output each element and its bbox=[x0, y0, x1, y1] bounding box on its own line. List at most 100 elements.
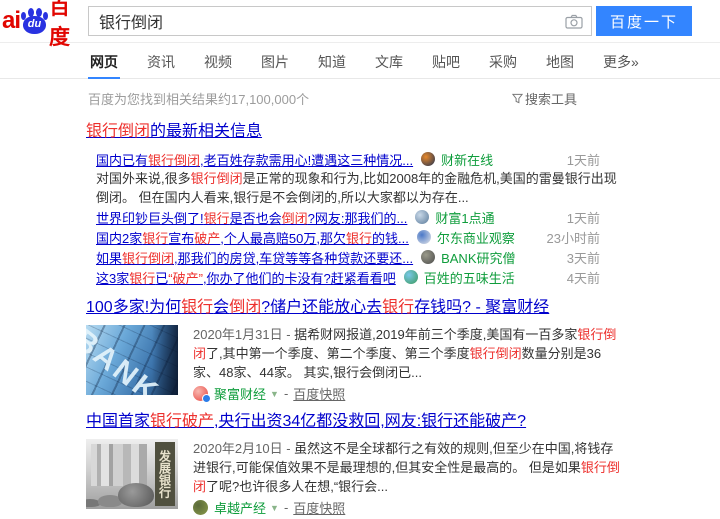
baidu-cache-link[interactable]: 百度快照 bbox=[293, 384, 345, 403]
source-favicon bbox=[193, 386, 208, 401]
result-description: 2020年1月31日 - 据希财网报道,2019年前三个季度,美国有一百多家银行… bbox=[193, 325, 621, 382]
text-segment: 对国外来说,很多 bbox=[96, 171, 191, 186]
result-source-line: 卓越产经▼-百度快照 bbox=[193, 499, 626, 515]
baidu-cache-link[interactable]: 百度快照 bbox=[293, 498, 345, 517]
news-source[interactable]: 财新在线 bbox=[441, 150, 493, 169]
news-source[interactable]: 尔东商业观察 bbox=[437, 228, 515, 247]
text-segment: 100多家!为何 bbox=[86, 299, 181, 316]
keyword-highlight: 银行 bbox=[204, 211, 230, 226]
text-segment: 了呢?也许很多人在想,“银行会... bbox=[206, 479, 388, 494]
baidu-serp-page: ai du 百度 百度一下 网页资讯视频图片知道文库贴吧采购地图更多» 百度为您… bbox=[0, 0, 720, 519]
search-tools-label: 搜索工具 bbox=[525, 89, 577, 108]
result-source-line: 聚富财经▼-百度快照 bbox=[193, 385, 626, 401]
funnel-icon bbox=[512, 93, 523, 104]
text-segment: ?储户还能放心去 bbox=[261, 299, 382, 316]
source-favicon bbox=[404, 270, 418, 284]
keyword-highlight: 银行 bbox=[346, 231, 372, 246]
search-box bbox=[88, 6, 592, 36]
news-time: 3天前 bbox=[567, 248, 600, 267]
news-list: 国内已有银行倒闭,老百姓存款需用心!遭遇这三种情况... 财新在线 1天前 对国外来说… bbox=[96, 149, 600, 287]
news-item: 如果银行倒闭,那我们的房贷,车贷等等各种贷款还要还... BANK研究僧 3天前 bbox=[96, 247, 600, 267]
search-button[interactable]: 百度一下 bbox=[596, 6, 692, 36]
result-title-link[interactable]: 100多家!为何银行会倒闭?储户还能放心去银行存钱吗? - 聚富财经 bbox=[86, 299, 549, 316]
tab-news[interactable]: 资讯 bbox=[145, 43, 177, 79]
news-item-link[interactable]: 国内2家银行宣布破产,个人最高赔50万,那欠银行的钱... bbox=[96, 228, 409, 247]
text-segment: 是否也会 bbox=[230, 211, 282, 226]
news-item-link[interactable]: 这3家银行已“破产”,你办了他们的卡没有?赶紧看看吧 bbox=[96, 268, 396, 287]
logo-text-baidu: 百度 bbox=[49, 0, 86, 51]
search-tools[interactable]: 搜索工具 bbox=[512, 89, 577, 108]
tab-tieba[interactable]: 贴吧 bbox=[430, 43, 462, 79]
result-body: 发展银行 2020年2月10日 - 虽然这不是全球都行之有效的规则,但至少在中国,… bbox=[86, 439, 626, 515]
verified-badge-icon bbox=[202, 394, 211, 403]
results-column: 银行倒闭的最新相关信息 国内已有银行倒闭,老百姓存款需用心!遭遇这三种情况...… bbox=[86, 122, 626, 515]
news-source[interactable]: BANK研究僧 bbox=[441, 248, 515, 267]
keyword-highlight: 银行 bbox=[181, 299, 213, 316]
text-segment: 的钱... bbox=[372, 231, 409, 246]
baidu-logo[interactable]: ai du 百度 bbox=[2, 0, 86, 51]
thumbnail-text: BANK bbox=[86, 325, 166, 395]
text-segment: 据希财网报道,2019年前三个季度,美国有一百多家 bbox=[294, 327, 577, 342]
text-segment: 存钱吗? - 聚富财经 bbox=[414, 299, 549, 316]
result-body: BANK 2020年1月31日 - 据希财网报道,2019年前三个季度,美国有一百… bbox=[86, 325, 626, 401]
result-content: 2020年1月31日 - 据希财网报道,2019年前三个季度,美国有一百多家银行… bbox=[193, 325, 626, 401]
text-segment: ,那我们的房贷,车贷等等各种贷款还要还... bbox=[174, 251, 413, 266]
tab-wenku[interactable]: 文库 bbox=[373, 43, 405, 79]
result-description: 2020年2月10日 - 虽然这不是全球都行之有效的规则,但至少在中国,将钱存进… bbox=[193, 439, 621, 496]
tab-web[interactable]: 网页 bbox=[88, 43, 120, 79]
tab-image[interactable]: 图片 bbox=[259, 43, 291, 79]
camera-icon[interactable] bbox=[565, 14, 583, 29]
tab-purchase[interactable]: 采购 bbox=[487, 43, 519, 79]
news-item-link[interactable]: 如果银行倒闭,那我们的房贷,车贷等等各种贷款还要还... bbox=[96, 248, 413, 267]
keyword-highlight: “破产” bbox=[168, 271, 203, 286]
text-segment: 这3家 bbox=[96, 271, 129, 286]
source-favicon bbox=[417, 230, 431, 244]
source-favicon bbox=[421, 250, 435, 264]
keyword-highlight: 银行 bbox=[382, 299, 414, 316]
news-time: 23小时前 bbox=[547, 228, 600, 247]
text-segment: 如果 bbox=[96, 251, 122, 266]
news-time: 1天前 bbox=[567, 208, 600, 227]
keyword-highlight: 银行倒闭 bbox=[122, 251, 174, 266]
text-segment: ,你办了他们的卡没有?赶紧看看吧 bbox=[203, 271, 396, 286]
tab-zhidao[interactable]: 知道 bbox=[316, 43, 348, 79]
news-source[interactable]: 财富1点通 bbox=[435, 208, 494, 227]
news-item: 世界印钞巨头倒了!银行是否也会倒闭?网友:那我们的... 财富1点通 1天前 bbox=[96, 207, 600, 227]
news-source[interactable]: 百姓的五味生活 bbox=[424, 268, 515, 287]
keyword-highlight: 银行倒闭 bbox=[470, 346, 522, 361]
thumbnail-text: 发展银行 bbox=[155, 442, 175, 506]
news-item: 国内已有银行倒闭,老百姓存款需用心!遭遇这三种情况...财新在线1天前 bbox=[96, 149, 600, 169]
tab-more[interactable]: 更多» bbox=[601, 43, 641, 79]
tab-video[interactable]: 视频 bbox=[202, 43, 234, 79]
result-thumbnail-old-bank[interactable]: 发展银行 bbox=[86, 439, 178, 509]
result-thumbnail-bank-blue[interactable]: BANK bbox=[86, 325, 178, 395]
text-segment: ,央行出资34亿都没救回,网友:银行还能破产? bbox=[214, 413, 526, 430]
result-title-link[interactable]: 中国首家银行破产,央行出资34亿都没救回,网友:银行还能破产? bbox=[86, 413, 526, 430]
keyword-highlight: 银行倒闭 bbox=[148, 153, 200, 168]
news-item-link[interactable]: 世界印钞巨头倒了!银行是否也会倒闭?网友:那我们的... bbox=[96, 208, 407, 227]
result-source-name[interactable]: 聚富财经 bbox=[214, 384, 266, 403]
tab-map[interactable]: 地图 bbox=[544, 43, 576, 79]
chevron-down-icon[interactable]: ▼ bbox=[270, 389, 279, 399]
source-favicon bbox=[415, 210, 429, 224]
text-segment: 国内2家 bbox=[96, 231, 142, 246]
news-block-title-link[interactable]: 银行倒闭的最新相关信息 bbox=[86, 123, 262, 140]
result-source-name[interactable]: 卓越产经 bbox=[214, 498, 266, 517]
search-input[interactable] bbox=[89, 7, 591, 35]
chevron-down-icon[interactable]: ▼ bbox=[270, 503, 279, 513]
baidu-paw-icon: du bbox=[21, 8, 48, 35]
search-result: 中国首家银行破产,央行出资34亿都没救回,网友:银行还能破产? 发展银行 2020年… bbox=[86, 411, 626, 515]
text-segment: 宣布 bbox=[168, 231, 194, 246]
keyword-highlight: 破产 bbox=[194, 231, 220, 246]
text-segment: ,个人最高赔50万,那欠 bbox=[220, 231, 346, 246]
text-segment: 国内已有 bbox=[96, 153, 148, 168]
text-segment: 已 bbox=[155, 271, 168, 286]
search-result: 100多家!为何银行会倒闭?储户还能放心去银行存钱吗? - 聚富财经 BANK 20… bbox=[86, 297, 626, 401]
news-item-link[interactable]: 国内已有银行倒闭,老百姓存款需用心!遭遇这三种情况... bbox=[96, 150, 413, 169]
news-time: 4天前 bbox=[567, 268, 600, 287]
text-segment: 的最新相关信息 bbox=[150, 123, 262, 140]
logo-text-ai: ai bbox=[2, 7, 20, 35]
news-item: 国内2家银行宣布破产,个人最高赔50万,那欠银行的钱...尔东商业观察23小时前 bbox=[96, 227, 600, 247]
keyword-highlight: 银行倒闭 bbox=[86, 123, 150, 140]
keyword-highlight: 银行倒闭 bbox=[191, 171, 243, 186]
